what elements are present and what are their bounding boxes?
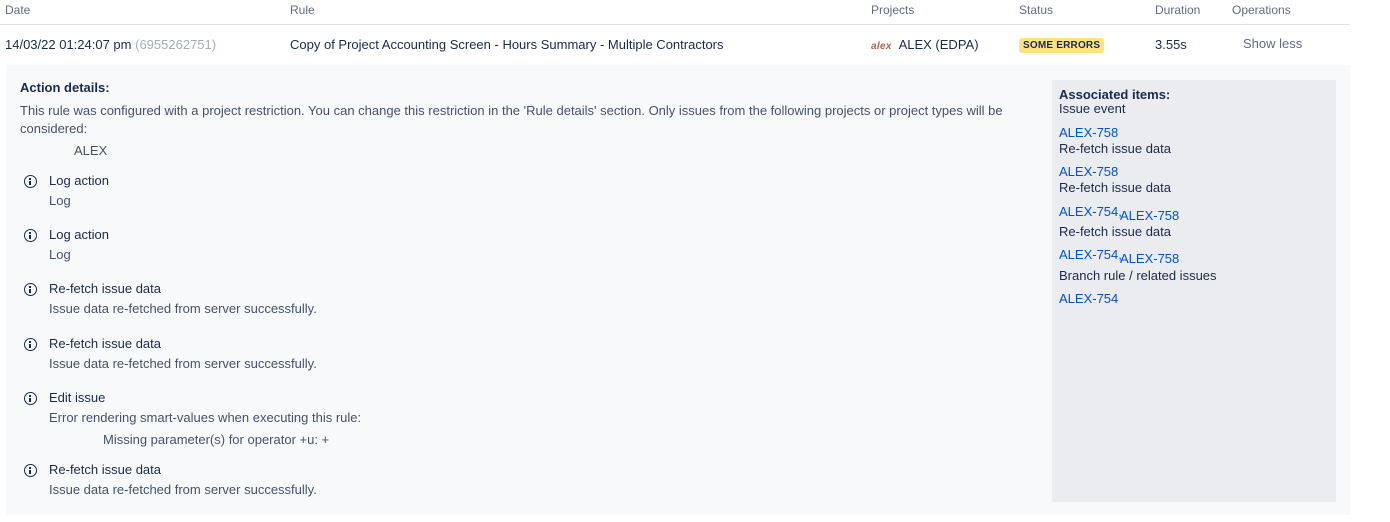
project-logo: alex [871,41,892,52]
associated-items-title: Associated items: [1059,87,1171,102]
column-header-status: Status [1019,3,1054,17]
column-header-date: Date [5,3,31,17]
duration-value: 3.55s [1155,37,1187,52]
action-detail: Issue data re-fetched from server succes… [49,301,317,316]
info-icon [24,283,37,296]
issue-link[interactable]: ALEX-754, [1059,204,1122,219]
action-detail: Log [49,193,71,208]
restriction-text-line1: This rule was configured with a project … [20,103,1003,118]
issue-link[interactable]: ALEX-758 [1120,251,1179,266]
associated-group-label: Re-fetch issue data [1059,180,1172,195]
show-less-button[interactable]: Show less [1243,36,1302,51]
action-title: Edit issue [49,390,106,405]
action-title: Re-fetch issue data [49,281,162,296]
associated-group-label: Issue event [1059,101,1126,116]
action-detail: Issue data re-fetched from server succes… [49,356,317,371]
column-header-operations: Operations [1232,3,1291,17]
action-details-title: Action details: [20,80,110,95]
issue-link[interactable]: ALEX-754, [1059,247,1122,262]
issue-link[interactable]: ALEX-758 [1059,125,1118,140]
action-error-message: Missing parameter(s) for operator +u: + [103,432,330,447]
info-icon [24,464,37,477]
associated-group-label: Re-fetch issue data [1059,141,1172,156]
action-title: Log action [49,173,109,188]
action-detail: Log [49,247,71,262]
column-header-duration: Duration [1155,3,1201,17]
restriction-text-line2: considered: [20,121,88,136]
table-header: Date Rule Projects Status Duration Opera… [0,0,1350,25]
associated-items-panel: Associated items: Issue event ALEX-758 R… [1052,80,1336,502]
info-icon [24,392,37,405]
action-detail: Error rendering smart-values when execut… [49,410,362,425]
info-icon [24,338,37,351]
issue-link[interactable]: ALEX-758 [1120,208,1179,223]
column-header-rule: Rule [290,3,315,17]
associated-group-label: Re-fetch issue data [1059,224,1172,239]
action-title: Re-fetch issue data [49,336,162,351]
info-icon [24,175,37,188]
project-cell: alex ALEX (EDPA) [871,37,979,52]
action-title: Log action [49,227,109,242]
action-title: Re-fetch issue data [49,462,162,477]
execution-id: (6955262751) [135,37,217,52]
status-badge: SOME ERRORS [1019,38,1105,53]
table-row: 14/03/22 01:24:07 pm (6955262751) Copy o… [0,26,1350,64]
execution-date-text: 14/03/22 01:24:07 pm [5,37,132,52]
action-details-panel: Action details: This rule was configured… [6,65,1350,515]
project-name: ALEX (EDPA) [898,37,979,52]
associated-group-label: Branch rule / related issues [1059,268,1217,283]
issue-link[interactable]: ALEX-758 [1059,164,1118,179]
rule-name: Copy of Project Accounting Screen - Hour… [290,37,724,52]
column-header-projects: Projects [871,3,915,17]
execution-date: 14/03/22 01:24:07 pm (6955262751) [5,37,216,52]
info-icon [24,229,37,242]
restricted-project: ALEX [74,143,108,158]
action-detail: Issue data re-fetched from server succes… [49,482,317,497]
issue-link[interactable]: ALEX-754 [1059,291,1118,306]
